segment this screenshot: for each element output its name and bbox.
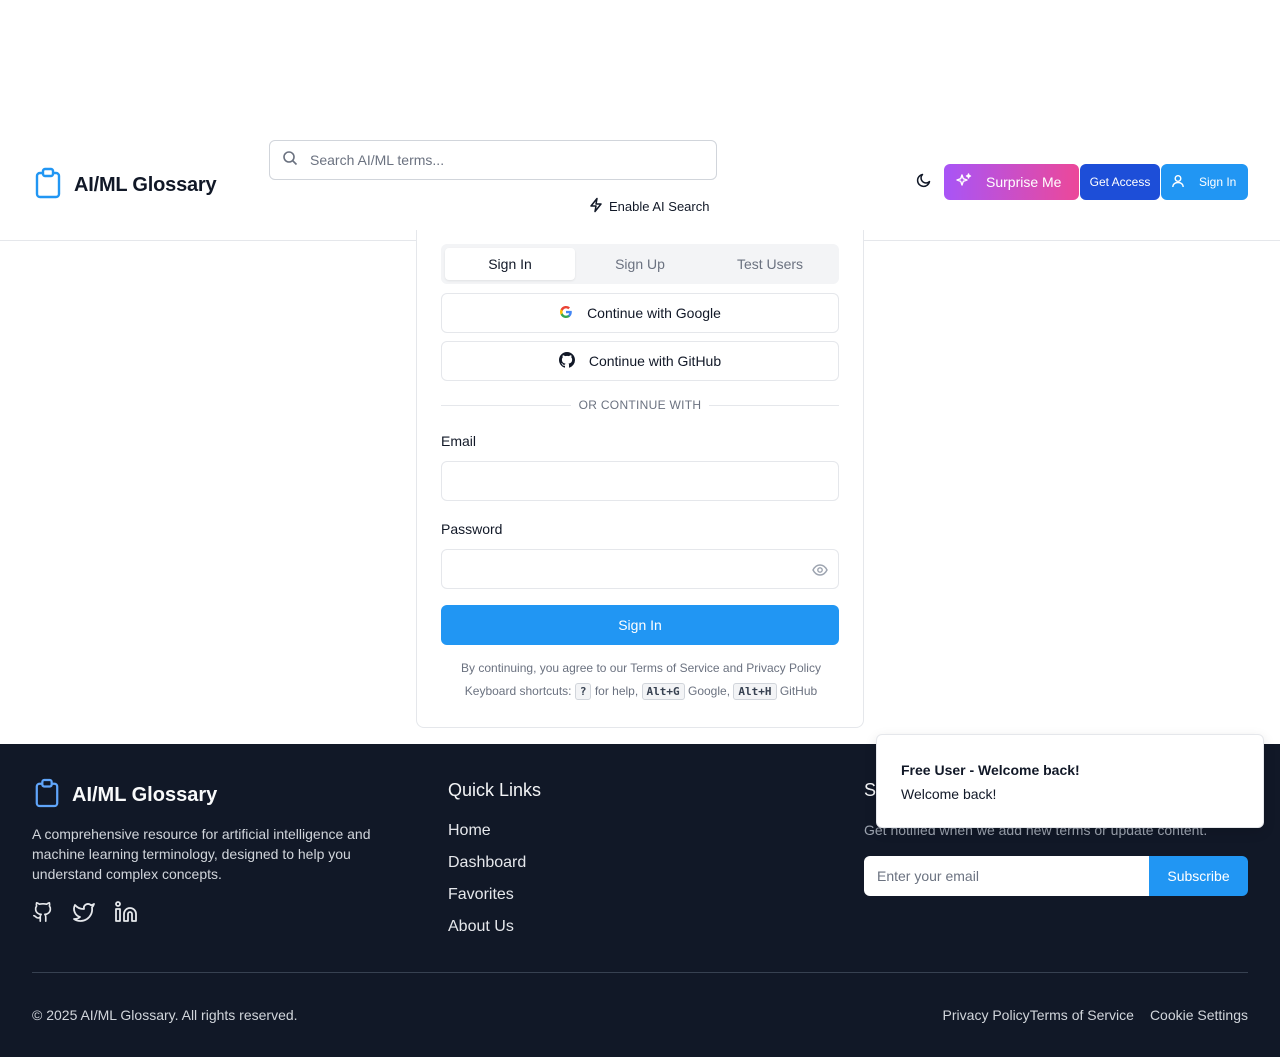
- user-icon: [1171, 174, 1185, 191]
- password-label: Password: [441, 521, 503, 537]
- google-icon: [559, 305, 573, 322]
- google-shortcut-key: Alt+G: [641, 683, 685, 700]
- search-input[interactable]: [310, 152, 690, 168]
- footer-brand[interactable]: AI/ML Glossary: [34, 778, 217, 813]
- terms-notice: By continuing, you agree to our Terms of…: [461, 661, 821, 675]
- google-sign-in-button[interactable]: Continue with Google: [441, 293, 839, 333]
- surprise-me-label: Surprise Me: [986, 174, 1062, 190]
- keyboard-shortcuts-hint: Keyboard shortcuts: ? for help, Alt+G Go…: [417, 683, 865, 700]
- footer-description: A comprehensive resource for artificial …: [32, 826, 371, 882]
- twitter-icon[interactable]: [72, 900, 96, 924]
- google-button-label: Continue with Google: [587, 305, 721, 321]
- help-key: ?: [574, 683, 592, 700]
- copyright-text: © 2025 AI/ML Glossary. All rights reserv…: [32, 1007, 298, 1023]
- footer-brand-name: AI/ML Glossary: [72, 784, 218, 806]
- welcome-toast[interactable]: Free User - Welcome back! Welcome back!: [876, 734, 1264, 828]
- or-divider: OR CONTINUE WITH: [441, 397, 840, 413]
- auth-card: Sign In Sign Up Test Users Continue with…: [416, 230, 864, 728]
- password-field[interactable]: [442, 550, 838, 588]
- divider-line: [441, 404, 571, 406]
- search-icon: [282, 150, 298, 171]
- eye-icon[interactable]: [812, 562, 828, 583]
- email-label: Email: [441, 433, 477, 449]
- email-field-wrapper: [441, 461, 839, 501]
- email-field[interactable]: [442, 462, 838, 500]
- github-icon: [558, 351, 575, 371]
- clipboard-icon: [34, 778, 60, 813]
- brand-logo-link[interactable]: AI/ML Glossary: [34, 167, 217, 204]
- shortcuts-prefix: Keyboard shortcuts:: [464, 684, 572, 698]
- divider-text: OR CONTINUE WITH: [578, 398, 702, 412]
- lightning-icon: [588, 197, 604, 216]
- clipboard-icon: [34, 167, 62, 204]
- google-shortcut-text: Google,: [688, 684, 731, 698]
- newsletter-title: S: [864, 780, 877, 800]
- sign-in-submit-button[interactable]: Sign In: [441, 605, 839, 645]
- help-key-text: for help,: [594, 684, 639, 698]
- newsletter-email-input[interactable]: [864, 856, 1149, 896]
- footer-divider: [32, 972, 1248, 973]
- auth-tabs: Sign In Sign Up Test Users: [441, 244, 839, 284]
- linkedin-icon[interactable]: [114, 900, 138, 924]
- enable-ai-search-label: Enable AI Search: [609, 199, 710, 214]
- github-shortcut-text: GitHub: [779, 684, 818, 698]
- social-links: [32, 900, 138, 924]
- sparkles-icon: [956, 172, 972, 192]
- quick-link-favorites[interactable]: Favorites: [448, 886, 526, 918]
- quick-link-dashboard[interactable]: Dashboard: [448, 854, 526, 886]
- moon-icon: [916, 172, 932, 193]
- terms-of-service-link[interactable]: Terms of Service: [1030, 1007, 1134, 1023]
- subscribe-button[interactable]: Subscribe: [1149, 856, 1248, 896]
- cookie-settings-link[interactable]: Cookie Settings: [1150, 1007, 1248, 1023]
- enable-ai-search-button[interactable]: Enable AI Search: [588, 197, 709, 216]
- surprise-me-button[interactable]: Surprise Me: [944, 164, 1079, 200]
- privacy-policy-link[interactable]: Privacy Policy: [943, 1007, 1030, 1023]
- header-sign-in-label: Sign In: [1199, 175, 1237, 189]
- github-sign-in-button[interactable]: Continue with GitHub: [441, 341, 839, 381]
- quick-link-about-us[interactable]: About Us: [448, 918, 526, 950]
- search-bar[interactable]: [269, 140, 717, 180]
- tab-sign-in[interactable]: Sign In: [445, 248, 575, 280]
- site-header: AI/ML Glossary Enable AI Search Surprise…: [0, 120, 1280, 241]
- github-button-label: Continue with GitHub: [588, 353, 722, 369]
- theme-toggle-button[interactable]: [912, 170, 936, 194]
- get-access-button[interactable]: Get Access: [1080, 164, 1160, 200]
- github-icon[interactable]: [32, 900, 54, 924]
- quick-link-home[interactable]: Home: [448, 822, 526, 854]
- header-sign-in-button[interactable]: Sign In: [1161, 164, 1248, 200]
- toast-message: Welcome back!: [901, 786, 997, 802]
- tab-sign-up[interactable]: Sign Up: [575, 248, 705, 280]
- newsletter-form: Subscribe: [864, 856, 1248, 896]
- password-field-wrapper: [441, 549, 839, 589]
- tab-test-users[interactable]: Test Users: [705, 248, 835, 280]
- quick-links-list: Home Dashboard Favorites About Us: [448, 822, 526, 950]
- github-shortcut-key: Alt+H: [733, 683, 777, 700]
- divider-line: [709, 404, 840, 406]
- brand-name: AI/ML Glossary: [74, 174, 217, 196]
- legal-links: Privacy Policy Terms of Service Cookie S…: [943, 1007, 1248, 1023]
- toast-title: Free User - Welcome back!: [901, 762, 1080, 778]
- quick-links-title: Quick Links: [448, 780, 542, 800]
